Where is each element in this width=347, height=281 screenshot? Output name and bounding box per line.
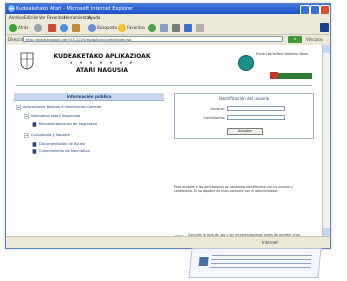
status-zone: Internet (262, 240, 278, 245)
menu-bar: Archivo Edición Ver Favoritos Herramient… (6, 14, 330, 22)
tree-item-general[interactable]: Aplicaciones Basicas e Informacion Gener… (23, 105, 101, 110)
title-dots: • • • • • • • (69, 60, 135, 67)
tree-item-normativa[interactable]: Normativa sobre Seguridad (31, 114, 80, 119)
document-icon (32, 142, 37, 147)
discuss-icon[interactable] (196, 24, 204, 32)
search-icon[interactable] (88, 24, 96, 32)
favorites-star-icon[interactable] (118, 24, 126, 32)
edit-icon[interactable] (184, 24, 192, 32)
window-title: Kudeaketako Atari - Microsoft Internet E… (16, 6, 134, 12)
search-label[interactable]: Búsqueda (97, 24, 117, 32)
history-icon[interactable] (148, 24, 156, 32)
go-button[interactable]: Ir (288, 36, 302, 43)
second-window-preview (188, 248, 322, 278)
address-bar: Dirección http://www.euskadi.net/r33-222… (6, 35, 330, 44)
home-icon[interactable] (72, 24, 80, 32)
user-input[interactable] (227, 106, 285, 111)
app-title-line1: KUDEAKETAKO APLIKAZIOAK (53, 53, 151, 60)
favorites-label[interactable]: Favoritos (127, 24, 145, 32)
login-box: Identificación del usuario Usuario: Cont… (174, 93, 314, 139)
tree-item-ayuda[interactable]: Documentación de Ayuda (39, 142, 85, 147)
logo-text: Eusko Jaurlaritza Gobierno Vasco (256, 52, 309, 56)
login-heading: Identificación del usuario (218, 96, 270, 101)
document-icon (32, 122, 37, 127)
collapse-icon[interactable] (16, 105, 21, 110)
government-seal-icon (238, 55, 254, 71)
vertical-scrollbar[interactable] (322, 45, 330, 236)
page-header: KUDEAKETAKO APLIKAZIOAK • • • • • • • AT… (16, 49, 312, 83)
mail-icon[interactable] (160, 24, 168, 32)
links-label[interactable]: Vínculos (306, 35, 323, 44)
thumbnail-text-lines (210, 255, 312, 271)
document-icon (32, 149, 37, 154)
login-note: Para acceder a las aplicaciones es neces… (174, 185, 293, 193)
menu-item-ver[interactable]: Ver (39, 14, 46, 22)
internet-explorer-icon (8, 5, 15, 12)
app-title-line2: ATARI NAGUSIA (75, 67, 129, 74)
logo-green-bar (278, 73, 312, 79)
logo-red-block (270, 72, 278, 79)
browser-window: Kudeaketako Atari - Microsoft Internet E… (5, 3, 331, 249)
menu-item-archivo[interactable]: Archivo (9, 14, 24, 22)
collapse-icon[interactable] (24, 133, 29, 138)
tree-item-recomendaciones[interactable]: Recomendaciones de Seguridad (39, 122, 97, 127)
scroll-up-button[interactable] (323, 45, 330, 53)
coat-of-arms-icon (20, 52, 34, 70)
login-button[interactable]: Aceptar (227, 128, 263, 135)
menu-item-edicion[interactable]: Edición (24, 14, 38, 22)
tree-item-consultoria[interactable]: Consultoría y Soporte (31, 133, 70, 138)
tree-item-cumplimiento[interactable]: Cumplimiento de Normativa (39, 149, 90, 154)
menu-item-favoritos[interactable]: Favoritos (47, 14, 65, 22)
password-input[interactable] (227, 115, 285, 120)
app-title: KUDEAKETAKO APLIKAZIOAK • • • • • • • AT… (42, 53, 162, 74)
thumbnail-icon (198, 257, 209, 266)
back-arrow-icon[interactable] (9, 24, 17, 32)
government-logo: Eusko Jaurlaritza Gobierno Vasco (256, 52, 312, 81)
forward-arrow-icon[interactable] (34, 24, 42, 32)
info-panel: Información pública Aplicaciones Basicas… (14, 93, 164, 223)
back-label[interactable]: Atrás (18, 24, 28, 32)
windows-logo-icon (320, 23, 329, 32)
scroll-down-button[interactable] (323, 228, 330, 236)
password-label: Contraseña: (203, 116, 225, 120)
refresh-icon[interactable] (60, 24, 68, 32)
toolbar: Atrás Búsqueda Favoritos (6, 22, 330, 35)
collapse-icon[interactable] (24, 114, 29, 119)
address-input[interactable]: http://www.euskadi.net/r33-2220/es/aplic… (23, 36, 283, 42)
title-bar: Kudeaketako Atari - Microsoft Internet E… (6, 4, 330, 15)
header-divider (16, 85, 312, 86)
print-icon[interactable] (172, 24, 180, 32)
screenshot-stage: Kudeaketako Atari - Microsoft Internet E… (0, 0, 347, 281)
menu-item-ayuda[interactable]: Ayuda (88, 14, 100, 22)
page-content: KUDEAKETAKO APLIKAZIOAK • • • • • • • AT… (6, 45, 322, 245)
user-label: Usuario: (210, 107, 225, 111)
info-panel-heading: Información pública (14, 93, 164, 101)
stop-icon[interactable] (48, 24, 56, 32)
